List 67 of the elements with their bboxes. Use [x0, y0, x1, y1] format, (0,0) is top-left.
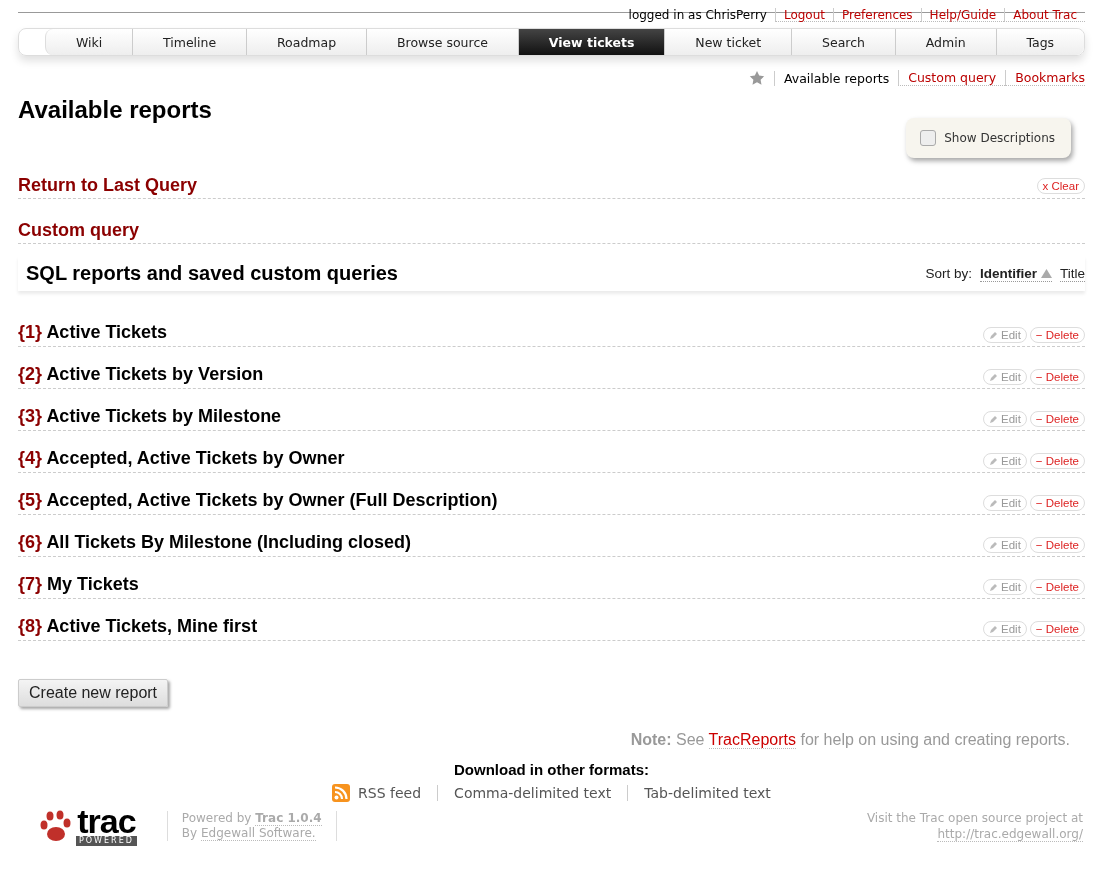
nav-tab[interactable]: Tags: [995, 29, 1085, 55]
report-link[interactable]: {3} Active Tickets by Milestone: [18, 406, 282, 427]
delete-button[interactable]: − Delete: [1029, 621, 1085, 637]
delete-button[interactable]: − Delete: [1029, 411, 1085, 427]
delete-button[interactable]: − Delete: [1029, 369, 1085, 385]
report-link[interactable]: {2} Active Tickets by Version: [18, 364, 264, 385]
report-link[interactable]: {1} Active Tickets: [18, 322, 168, 343]
sort-ascending-icon: [1041, 268, 1052, 278]
nav-tab[interactable]: View tickets: [517, 29, 665, 55]
show-descriptions-toggle[interactable]: Show Descriptions: [906, 118, 1071, 158]
report-link[interactable]: {8} Active Tickets, Mine first: [18, 616, 258, 637]
nav-tab[interactable]: Timeline: [132, 29, 247, 55]
delete-button[interactable]: − Delete: [1029, 495, 1085, 511]
custom-query-link[interactable]: Custom query: [18, 220, 140, 241]
pencil-icon: [989, 414, 998, 424]
report-link[interactable]: {7} My Tickets: [18, 574, 139, 595]
help-note: Note: See TracReports for help on using and creating reports.: [629, 731, 1071, 749]
page-title: Available reports: [18, 96, 213, 124]
rss-icon: [332, 784, 351, 802]
current-page-label: Available reports: [773, 70, 899, 86]
section-title: SQL reports and saved custom queries: [26, 262, 398, 285]
paw-icon: [38, 808, 72, 844]
nav-tab[interactable]: Roadmap: [246, 29, 367, 55]
clear-button[interactable]: x Clear: [1036, 177, 1085, 194]
visit-text: Visit the Trac open source project at: [866, 810, 1083, 826]
trac-logo[interactable]: trac POWERED: [38, 806, 137, 846]
nav-tab[interactable]: Search: [791, 29, 895, 55]
sort-label: Sort by:: [925, 266, 972, 281]
pencil-icon: [989, 582, 998, 592]
nav-tab[interactable]: Admin: [894, 29, 996, 55]
login-status: logged in as ChrisPerry: [627, 8, 768, 22]
delete-button[interactable]: − Delete: [1029, 537, 1085, 553]
report-link[interactable]: {5} Accepted, Active Tickets by Owner (Full Description): [18, 490, 498, 511]
pencil-icon: [989, 330, 998, 340]
last-query-link[interactable]: Return to Last Query: [18, 175, 198, 196]
meta-link[interactable]: Logout: [774, 8, 834, 22]
meta-link[interactable]: Preferences: [833, 8, 921, 22]
powered-by-text: Powered by Trac 1.0.4: [181, 811, 322, 826]
meta-link[interactable]: Help/Guide: [920, 8, 1005, 22]
pencil-icon: [989, 456, 998, 466]
sort-option[interactable]: Identifier: [979, 265, 1052, 282]
star-icon[interactable]: [748, 70, 765, 86]
context-link[interactable]: Bookmarks: [1005, 70, 1085, 86]
download-link[interactable]: Comma-delimited text: [454, 785, 612, 801]
pencil-icon: [989, 498, 998, 508]
nav-tab[interactable]: Browse source: [366, 29, 518, 55]
delete-button[interactable]: − Delete: [1029, 579, 1085, 595]
create-report-button[interactable]: Create new report: [18, 679, 169, 707]
nav-tab[interactable]: New ticket: [664, 29, 792, 55]
pencil-icon: [989, 372, 998, 382]
trac-reports-link[interactable]: TracReports: [708, 731, 797, 749]
pencil-icon: [989, 540, 998, 550]
meta-link[interactable]: About Trac: [1004, 8, 1085, 22]
nav-tab[interactable]: Wiki: [45, 29, 133, 55]
checkbox[interactable]: [920, 130, 937, 146]
delete-button[interactable]: − Delete: [1029, 453, 1085, 469]
sort-option[interactable]: Title: [1060, 265, 1085, 282]
download-link[interactable]: RSS feed: [358, 785, 422, 801]
delete-button[interactable]: − Delete: [1029, 327, 1085, 343]
report-link[interactable]: {6} All Tickets By Milestone (Including closed): [18, 532, 412, 553]
pencil-icon: [989, 624, 998, 634]
report-link[interactable]: {4} Accepted, Active Tickets by Owner: [18, 448, 345, 469]
context-link[interactable]: Custom query: [898, 70, 1006, 86]
download-heading: Download in other formats:: [453, 761, 650, 778]
checkbox-label: Show Descriptions: [944, 131, 1055, 145]
author-text: By Edgewall Software.: [181, 826, 317, 841]
download-link[interactable]: Tab-delimited text: [644, 785, 771, 801]
